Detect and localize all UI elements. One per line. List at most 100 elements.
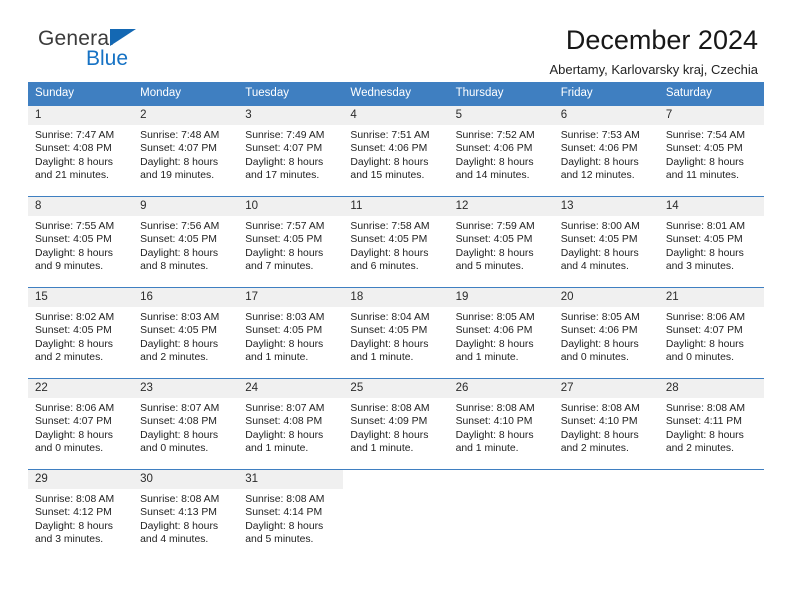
sunset-text: Sunset: 4:05 PM: [245, 234, 323, 246]
day-number: 25: [343, 379, 449, 398]
calendar-day[interactable]: 28 Sunrise: 8:08 AM Sunset: 4:11 PM Dayligh…: [658, 379, 764, 469]
daylight-text-line2: and 0 minutes.: [665, 351, 735, 363]
calendar-day[interactable]: 4 Sunrise: 7:51 AM Sunset: 4:06 PM Daylight…: [343, 106, 449, 196]
sunrise-text: Sunrise: 8:01 AM: [665, 221, 745, 232]
day-number: 26: [448, 379, 554, 398]
daylight-text-line1: Daylight: 8 hours: [560, 429, 639, 441]
weekday-header-thursday: Thursday: [448, 82, 554, 106]
calendar-day[interactable]: 18 Sunrise: 8:04 AM Sunset: 4:05 PM Dayligh…: [343, 288, 449, 378]
calendar-day[interactable]: 29 Sunrise: 8:08 AM Sunset: 4:12 PM Dayligh…: [28, 470, 134, 560]
calendar-day[interactable]: 8 Sunrise: 7:55 AM Sunset: 4:05 PM Daylight…: [28, 197, 134, 287]
calendar-day[interactable]: 19 Sunrise: 8:05 AM Sunset: 4:06 PM Dayligh…: [448, 288, 554, 378]
day-details: Sunrise: 7:53 AM Sunset: 4:06 PM Daylight:…: [554, 125, 659, 182]
daylight-text-line1: Daylight: 8 hours: [560, 338, 639, 350]
sunrise-text: Sunrise: 8:08 AM: [455, 403, 535, 414]
day-details: Sunrise: 7:47 AM Sunset: 4:08 PM Daylight:…: [28, 125, 133, 182]
sunrise-text: Sunrise: 8:08 AM: [245, 494, 325, 505]
sunrise-text: Sunrise: 8:03 AM: [245, 312, 325, 323]
calendar-day[interactable]: 17 Sunrise: 8:03 AM Sunset: 4:05 PM Dayligh…: [238, 288, 344, 378]
day-number: 20: [553, 288, 659, 307]
calendar-cell: 19 Sunrise: 8:05 AM Sunset: 4:06 PM Dayligh…: [448, 287, 554, 379]
daylight-text-line2: and 5 minutes.: [455, 260, 524, 272]
sunset-text: Sunset: 4:10 PM: [560, 416, 638, 428]
sunrise-text: Sunrise: 7:51 AM: [350, 130, 430, 141]
calendar-day[interactable]: 16 Sunrise: 8:03 AM Sunset: 4:05 PM Dayligh…: [133, 288, 239, 378]
day-number: [554, 470, 659, 489]
day-details: Sunrise: 8:08 AM Sunset: 4:12 PM Daylight:…: [28, 489, 133, 546]
calendar-day[interactable]: 14 Sunrise: 8:01 AM Sunset: 4:05 PM Dayligh…: [658, 197, 764, 287]
calendar-day[interactable]: 20 Sunrise: 8:05 AM Sunset: 4:06 PM Dayligh…: [553, 288, 659, 378]
calendar-cell: 5 Sunrise: 7:52 AM Sunset: 4:06 PM Daylight…: [448, 105, 554, 197]
sunset-text: Sunset: 4:08 PM: [140, 416, 217, 428]
daylight-text-line1: Daylight: 8 hours: [560, 156, 639, 168]
calendar-cell: 15 Sunrise: 8:02 AM Sunset: 4:05 PM Dayligh…: [28, 287, 134, 379]
calendar-day[interactable]: 3 Sunrise: 7:49 AM Sunset: 4:07 PM Daylight…: [238, 106, 344, 196]
brand-logo[interactable]: General Blue: [28, 26, 218, 76]
day-number: 8: [28, 197, 134, 216]
sunrise-text: Sunrise: 8:04 AM: [350, 312, 430, 323]
calendar-day[interactable]: 24 Sunrise: 8:07 AM Sunset: 4:08 PM Dayligh…: [238, 379, 344, 469]
daylight-text-line1: Daylight: 8 hours: [455, 338, 534, 350]
daylight-text-line1: Daylight: 8 hours: [665, 429, 744, 441]
day-details: Sunrise: 7:52 AM Sunset: 4:06 PM Daylight:…: [449, 125, 554, 182]
daylight-text-line1: Daylight: 8 hours: [350, 156, 429, 168]
sunset-text: Sunset: 4:14 PM: [245, 507, 323, 519]
day-number: 23: [133, 379, 239, 398]
calendar-day[interactable]: 12 Sunrise: 7:59 AM Sunset: 4:05 PM Dayligh…: [448, 197, 554, 287]
day-number: 1: [28, 106, 134, 125]
day-details: Sunrise: 8:08 AM Sunset: 4:10 PM Daylight:…: [449, 398, 554, 455]
sunset-text: Sunset: 4:05 PM: [140, 325, 217, 337]
daylight-text-line2: and 4 minutes.: [140, 533, 209, 545]
sunrise-text: Sunrise: 7:48 AM: [140, 130, 220, 141]
calendar-day[interactable]: 31 Sunrise: 8:08 AM Sunset: 4:14 PM Dayligh…: [238, 470, 344, 560]
daylight-text-line1: Daylight: 8 hours: [140, 520, 219, 532]
daylight-text-line1: Daylight: 8 hours: [350, 429, 429, 441]
daylight-text-line2: and 3 minutes.: [35, 533, 104, 545]
calendar-day[interactable]: 7 Sunrise: 7:54 AM Sunset: 4:05 PM Daylight…: [658, 106, 764, 196]
calendar-day[interactable]: 9 Sunrise: 7:56 AM Sunset: 4:05 PM Daylight…: [133, 197, 239, 287]
daylight-text-line2: and 21 minutes.: [35, 169, 109, 181]
daylight-text-line2: and 1 minute.: [350, 442, 414, 454]
calendar-week-row: 8 Sunrise: 7:55 AM Sunset: 4:05 PM Daylight…: [28, 196, 764, 288]
calendar-week-row: 22 Sunrise: 8:06 AM Sunset: 4:07 PM Dayligh…: [28, 378, 764, 470]
calendar-day[interactable]: 25 Sunrise: 8:08 AM Sunset: 4:09 PM Dayligh…: [343, 379, 449, 469]
weekday-header-tuesday: Tuesday: [238, 82, 344, 106]
sunrise-text: Sunrise: 8:05 AM: [560, 312, 640, 323]
daylight-text-line2: and 1 minute.: [455, 442, 519, 454]
calendar-day[interactable]: 21 Sunrise: 8:06 AM Sunset: 4:07 PM Dayligh…: [658, 288, 764, 378]
calendar-day[interactable]: 15 Sunrise: 8:02 AM Sunset: 4:05 PM Dayligh…: [28, 288, 134, 378]
calendar-cell: 27 Sunrise: 8:08 AM Sunset: 4:10 PM Dayligh…: [553, 378, 659, 470]
calendar-cell: 24 Sunrise: 8:07 AM Sunset: 4:08 PM Dayligh…: [238, 378, 344, 470]
calendar-day[interactable]: 1 Sunrise: 7:47 AM Sunset: 4:08 PM Daylight…: [28, 106, 134, 196]
calendar-day[interactable]: 22 Sunrise: 8:06 AM Sunset: 4:07 PM Dayligh…: [28, 379, 134, 469]
sunset-text: Sunset: 4:06 PM: [455, 325, 533, 337]
day-number: 13: [553, 197, 659, 216]
daylight-text-line1: Daylight: 8 hours: [140, 156, 219, 168]
calendar-day[interactable]: 30 Sunrise: 8:08 AM Sunset: 4:13 PM Dayligh…: [133, 470, 239, 560]
weekday-header-sunday: Sunday: [28, 82, 134, 106]
daylight-text-line2: and 3 minutes.: [665, 260, 735, 272]
calendar-day[interactable]: 6 Sunrise: 7:53 AM Sunset: 4:06 PM Daylight…: [553, 106, 659, 196]
calendar-day[interactable]: 2 Sunrise: 7:48 AM Sunset: 4:07 PM Daylight…: [133, 106, 239, 196]
day-number: 17: [238, 288, 344, 307]
calendar-day[interactable]: 10 Sunrise: 7:57 AM Sunset: 4:05 PM Dayligh…: [238, 197, 344, 287]
day-details: Sunrise: 8:03 AM Sunset: 4:05 PM Daylight:…: [133, 307, 238, 364]
calendar-day[interactable]: 26 Sunrise: 8:08 AM Sunset: 4:10 PM Dayligh…: [448, 379, 554, 469]
calendar-day[interactable]: 11 Sunrise: 7:58 AM Sunset: 4:05 PM Dayligh…: [343, 197, 449, 287]
sunset-text: Sunset: 4:07 PM: [245, 143, 323, 155]
daylight-text-line2: and 11 minutes.: [665, 169, 740, 181]
sunset-text: Sunset: 4:10 PM: [455, 416, 533, 428]
day-number: 3: [238, 106, 344, 125]
daylight-text-line2: and 12 minutes.: [560, 169, 635, 181]
day-details: Sunrise: 8:08 AM Sunset: 4:11 PM Daylight:…: [659, 398, 764, 455]
calendar-day[interactable]: 27 Sunrise: 8:08 AM Sunset: 4:10 PM Dayligh…: [553, 379, 659, 469]
calendar-day[interactable]: 23 Sunrise: 8:07 AM Sunset: 4:08 PM Dayligh…: [133, 379, 239, 469]
calendar-day-empty: [659, 470, 764, 560]
day-details: Sunrise: 7:56 AM Sunset: 4:05 PM Daylight:…: [133, 216, 238, 273]
page-title: December 2024: [565, 25, 758, 55]
calendar-day[interactable]: 13 Sunrise: 8:00 AM Sunset: 4:05 PM Dayligh…: [553, 197, 659, 287]
triangle-logo-icon: [110, 29, 136, 46]
sunrise-text: Sunrise: 8:08 AM: [140, 494, 220, 505]
sunset-text: Sunset: 4:12 PM: [35, 507, 112, 519]
calendar-day[interactable]: 5 Sunrise: 7:52 AM Sunset: 4:06 PM Daylight…: [448, 106, 554, 196]
